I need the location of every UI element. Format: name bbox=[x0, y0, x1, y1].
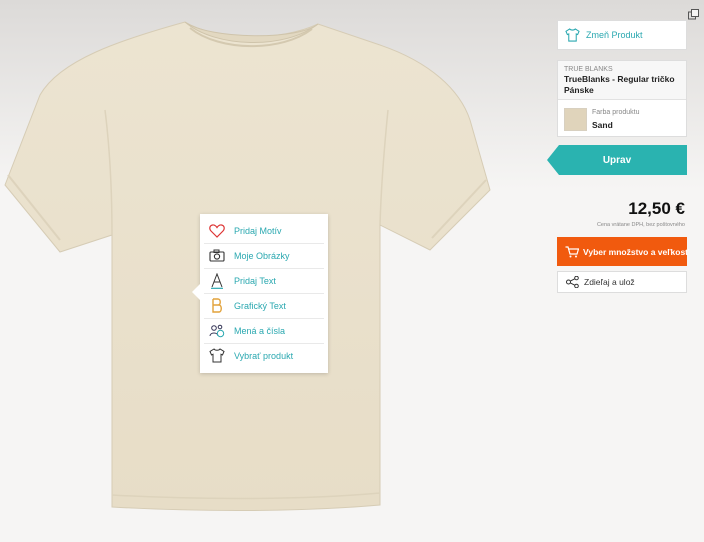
buy-button-label: Vyber množstvo a veľkosť bbox=[583, 246, 690, 257]
color-value: Sand bbox=[592, 120, 613, 130]
color-label: Farba produktu bbox=[592, 109, 640, 116]
tshirt-icon bbox=[207, 346, 227, 366]
share-save-button[interactable]: Zdieľaj a ulož bbox=[557, 271, 687, 293]
menu-item-label: Grafický Text bbox=[234, 300, 286, 311]
product-name: TrueBlanks - Regular tričko Pánske bbox=[564, 74, 675, 95]
product-header: TRUE BLANKS TrueBlanks - Regular tričko … bbox=[558, 61, 686, 100]
heart-icon bbox=[207, 221, 227, 241]
menu-item-names-numbers[interactable]: Mená a čísla bbox=[204, 318, 324, 344]
menu-item-add-motif[interactable]: Pridaj Motív bbox=[204, 218, 324, 244]
choose-quantity-size-button[interactable]: Vyber množstvo a veľkosť bbox=[557, 237, 690, 266]
tshirt-icon bbox=[565, 28, 580, 42]
product-info-card: TRUE BLANKS TrueBlanks - Regular tričko … bbox=[557, 60, 687, 137]
menu-item-label: Pridaj Motív bbox=[234, 225, 282, 236]
design-tools-menu: Pridaj Motív Moje Obrázky Pridaj Text Gr… bbox=[192, 214, 328, 373]
menu-item-label: Vybrať produkt bbox=[234, 350, 294, 361]
menu-item-graphic-text[interactable]: Grafický Text bbox=[204, 293, 324, 319]
menu-item-my-images[interactable]: Moje Obrázky bbox=[204, 243, 324, 269]
letter-a-icon bbox=[207, 271, 227, 291]
price-note: Cena vrátane DPH, bez poštovného bbox=[596, 222, 685, 228]
letter-b-icon bbox=[207, 296, 227, 316]
share-save-label: Zdieľaj a ulož bbox=[584, 277, 635, 287]
color-swatch[interactable] bbox=[564, 108, 587, 131]
menu-item-label: Mená a čísla bbox=[234, 325, 286, 336]
menu-item-label: Pridaj Text bbox=[234, 275, 276, 286]
change-product-button[interactable]: Zmeň Produkt bbox=[557, 20, 687, 50]
edit-button-label: Uprav bbox=[602, 154, 632, 166]
product-brand: TRUE BLANKS bbox=[564, 66, 613, 73]
cart-icon bbox=[565, 245, 579, 258]
product-price: 12,50 € bbox=[628, 199, 685, 218]
open-external-icon[interactable] bbox=[688, 7, 699, 20]
share-icon bbox=[566, 276, 579, 288]
names-numbers-icon bbox=[207, 321, 227, 341]
change-product-label: Zmeň Produkt bbox=[586, 30, 643, 40]
menu-item-add-text[interactable]: Pridaj Text bbox=[204, 268, 324, 294]
menu-item-select-product[interactable]: Vybrať produkt bbox=[204, 343, 324, 368]
edit-button[interactable]: Uprav bbox=[547, 145, 687, 175]
menu-item-label: Moje Obrázky bbox=[234, 250, 290, 261]
design-canvas[interactable]: Pridaj Motív Moje Obrázky Pridaj Text Gr… bbox=[0, 0, 540, 542]
menu-pointer bbox=[192, 284, 200, 300]
camera-icon bbox=[207, 246, 227, 266]
